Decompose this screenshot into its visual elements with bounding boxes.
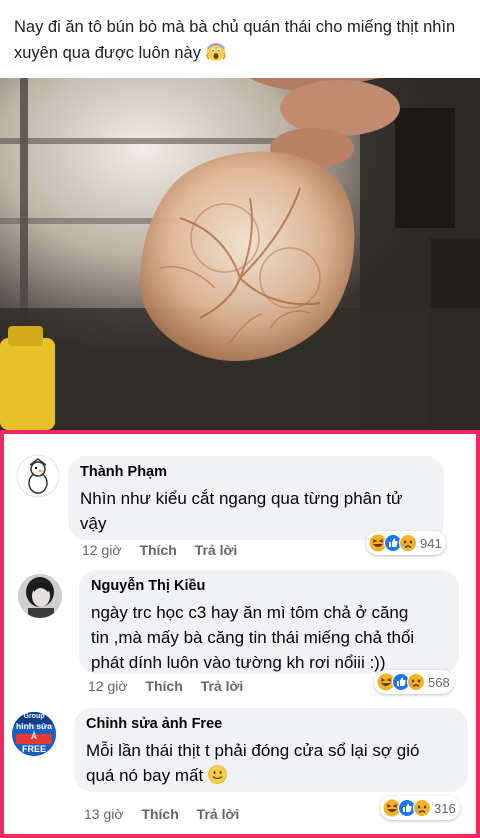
avatar[interactable] bbox=[16, 454, 60, 498]
sad-reaction-icon bbox=[407, 673, 425, 691]
avatar[interactable] bbox=[18, 574, 62, 618]
reply-button[interactable]: Trả lời bbox=[195, 542, 238, 558]
sad-reaction-icon bbox=[413, 799, 431, 817]
comment-line: ngày trc học c3 hay ăn mì tôm chả ở căng bbox=[91, 603, 409, 622]
comment-text: ngày trc học c3 hay ăn mì tôm chả ở căng… bbox=[91, 600, 414, 675]
smile-emoji-icon bbox=[208, 765, 227, 784]
like-button[interactable]: Thích bbox=[145, 678, 182, 694]
comment-line: Mỗi lần thái thịt t phải đóng cửa sổ lại… bbox=[86, 741, 420, 760]
post-header: Nay đi ăn tô bún bò mà bà chủ quán thái … bbox=[0, 0, 480, 78]
like-button[interactable]: Thích bbox=[141, 806, 178, 822]
comment-time[interactable]: 12 giờ bbox=[82, 542, 122, 558]
comment-chinh-sua-anh-free: Group hỉnh sửa Ả FREE Chỉnh sửa ảnh Free… bbox=[4, 704, 476, 832]
reply-button[interactable]: Trả lời bbox=[197, 806, 240, 822]
comment-text: Nhìn như kiểu cắt ngang qua từng phân tử… bbox=[80, 486, 402, 536]
post-caption-text: Nay đi ăn tô bún bò mà bà chủ quán thái … bbox=[14, 18, 456, 62]
translucent-meat-slice-photo bbox=[0, 78, 480, 430]
avatar-text-line: FREE bbox=[21, 744, 46, 754]
comment-bubble[interactable]: Thành Phạm Nhìn như kiểu cắt ngang qua t… bbox=[68, 456, 444, 540]
avatar-text-line: hỉnh sửa Ả bbox=[16, 721, 52, 741]
profile-photo-icon bbox=[18, 574, 62, 618]
reply-button[interactable]: Trả lời bbox=[201, 678, 244, 694]
comment-author[interactable]: Chỉnh sửa ảnh Free bbox=[86, 716, 222, 732]
post-photo[interactable] bbox=[0, 78, 480, 430]
comment-author[interactable]: Thành Phạm bbox=[80, 464, 167, 480]
reaction-summary[interactable]: 568 bbox=[374, 670, 454, 694]
comment-time[interactable]: 12 giờ bbox=[88, 678, 128, 694]
comment-bubble[interactable]: Chỉnh sửa ảnh Free Mỗi lần thái thịt t p… bbox=[74, 708, 468, 792]
comment-meta: 13 giờ Thích Trả lời bbox=[84, 806, 253, 822]
comment-meta: 12 giờ Thích Trả lời bbox=[88, 678, 257, 694]
like-button[interactable]: Thích bbox=[139, 542, 176, 558]
comment-line: vậy bbox=[80, 514, 107, 533]
avatar[interactable]: Group hỉnh sửa Ả FREE bbox=[12, 712, 56, 756]
post-caption: Nay đi ăn tô bún bò mà bà chủ quán thái … bbox=[14, 14, 469, 66]
reaction-count: 316 bbox=[434, 800, 456, 816]
comment-thanh-pham: Thành Phạm Nhìn như kiểu cắt ngang qua t… bbox=[4, 434, 476, 566]
comment-line-text: quá nó bay mất bbox=[86, 766, 204, 785]
comment-line: Nhìn như kiểu cắt ngang qua từng phân tử bbox=[80, 489, 403, 508]
comment-nguyen-thi-kieu: Nguyễn Thị Kiều ngày trc học c3 hay ăn m… bbox=[4, 566, 476, 704]
scream-emoji-icon bbox=[206, 43, 226, 61]
comments-panel: Thành Phạm Nhìn như kiểu cắt ngang qua t… bbox=[0, 430, 480, 838]
comment-meta: 12 giờ Thích Trả lời bbox=[82, 542, 251, 558]
reaction-summary[interactable]: 941 bbox=[366, 531, 446, 555]
comment-time[interactable]: 13 giờ bbox=[84, 806, 124, 822]
comment-line: tin ,mà mấy bà căng tin thái miếng chả t… bbox=[91, 628, 415, 647]
duck-avatar-icon bbox=[16, 454, 60, 498]
avatar-text-line: Group bbox=[23, 713, 45, 720]
comment-line: quá nó bay mất bbox=[86, 763, 419, 788]
comment-author[interactable]: Nguyễn Thị Kiều bbox=[91, 578, 205, 594]
comment-text: Mỗi lần thái thịt t phải đóng cửa sổ lại… bbox=[86, 738, 419, 788]
reaction-summary[interactable]: 316 bbox=[380, 796, 460, 820]
comment-bubble[interactable]: Nguyễn Thị Kiều ngày trc học c3 hay ăn m… bbox=[79, 570, 459, 674]
reaction-count: 568 bbox=[428, 674, 450, 690]
reaction-count: 941 bbox=[420, 535, 442, 551]
comment-line: phát dính luôn vào tường kh rơi nổiii :)… bbox=[91, 653, 386, 672]
avatar-text: Group hỉnh sửa Ả FREE bbox=[12, 713, 56, 754]
sad-reaction-icon bbox=[399, 534, 417, 552]
